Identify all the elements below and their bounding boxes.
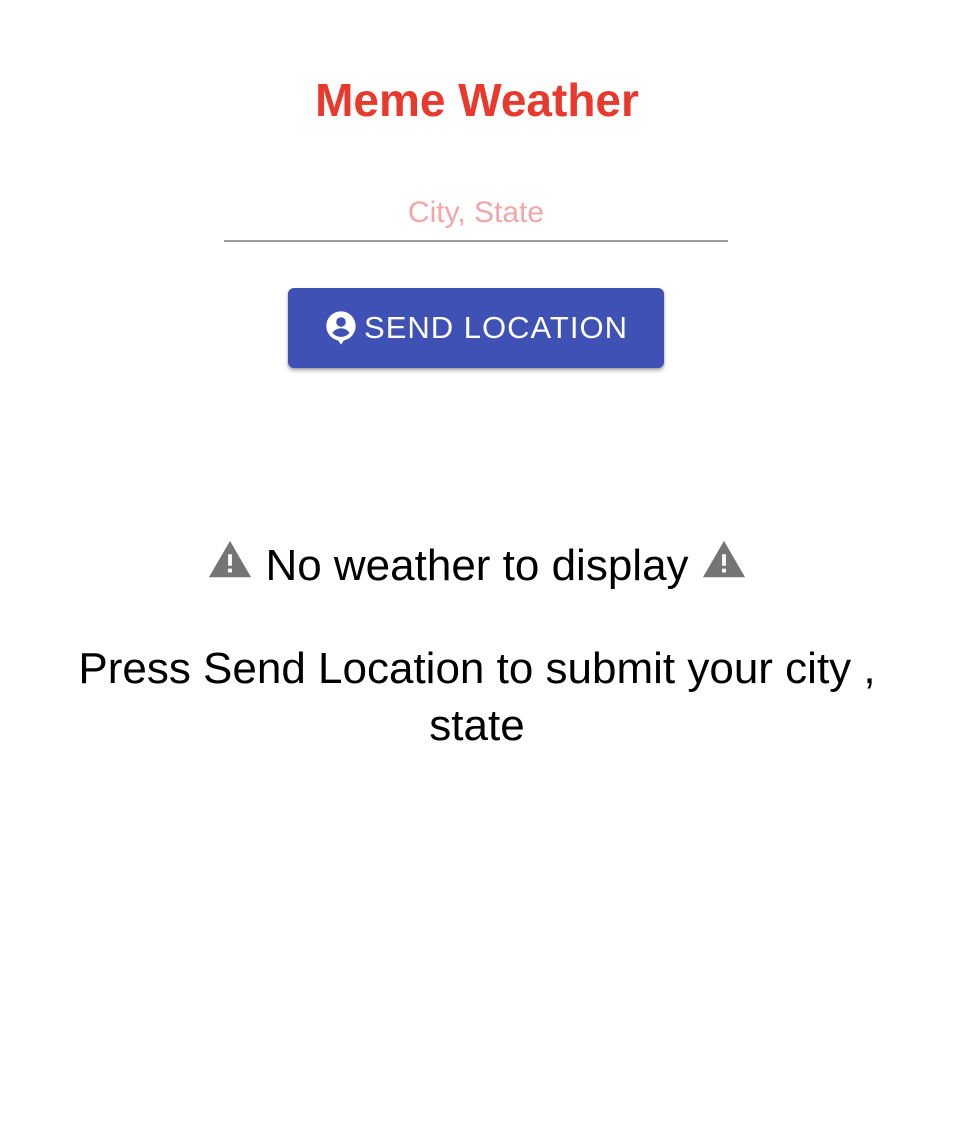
submit-hint: Press Send Location to submit your city … [78, 644, 876, 750]
city-state-input[interactable] [224, 186, 728, 242]
empty-state-message: No weather to display [0, 536, 954, 596]
no-weather-text: No weather to display [265, 541, 689, 590]
app-title: Meme Weather [315, 74, 639, 126]
warning-icon [207, 537, 253, 583]
send-location-label: SEND LOCATION [364, 310, 628, 345]
warning-icon [701, 537, 747, 583]
page: Meme Weather SEND LOCATION No weather to… [0, 0, 954, 1124]
send-location-button[interactable]: SEND LOCATION [288, 288, 664, 368]
person-pin-icon [324, 308, 358, 348]
